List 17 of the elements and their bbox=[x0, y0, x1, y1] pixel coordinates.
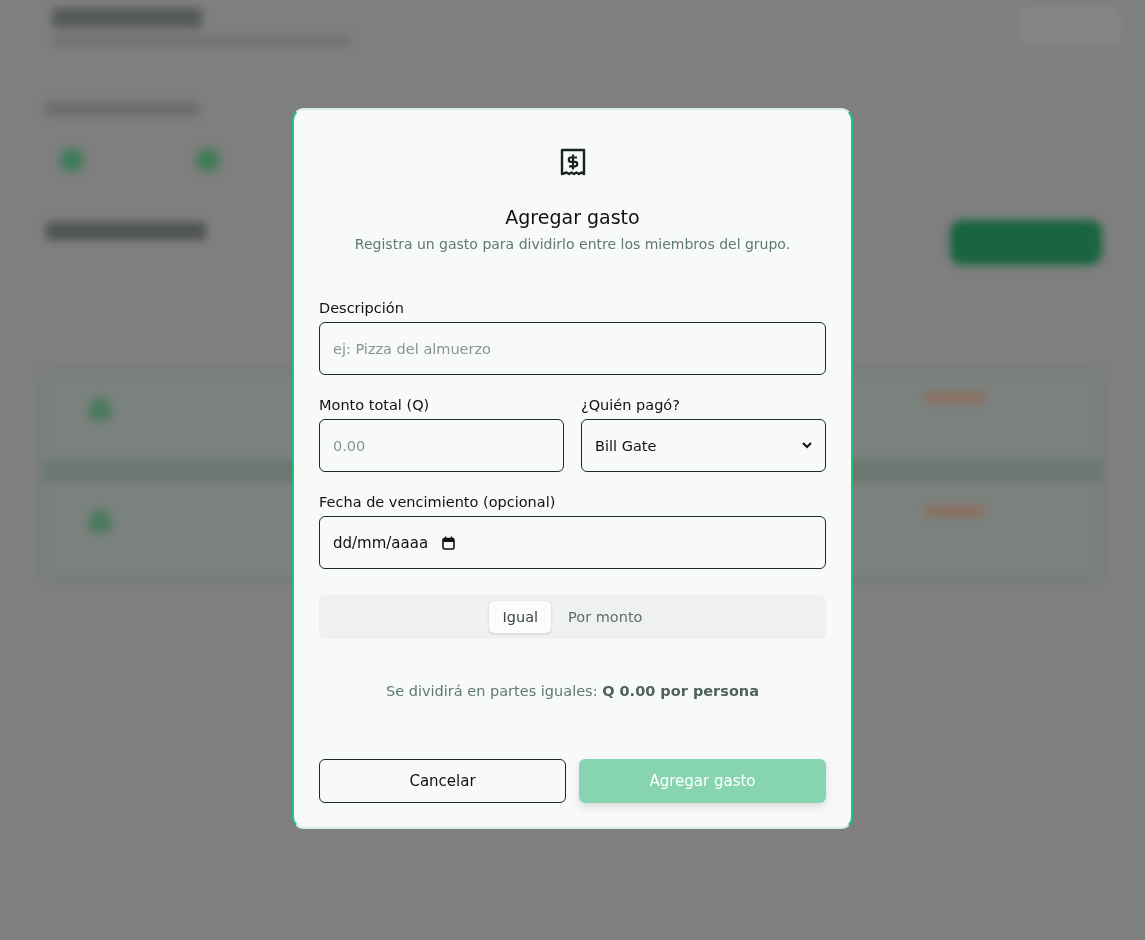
amount-field[interactable]: 0.00 bbox=[319, 419, 564, 472]
dialog-title: Agregar gasto bbox=[505, 206, 640, 228]
split-mode-tab[interactable]: Por monto bbox=[555, 601, 656, 633]
field-label: Fecha de vencimiento (opcional) bbox=[319, 494, 557, 510]
split-summary: Se dividirá en partes iguales: Q 0.00 por persona bbox=[385, 683, 760, 699]
field-label: Monto total (Q) bbox=[319, 397, 431, 413]
split-mode-tab[interactable]: Igual bbox=[489, 601, 552, 633]
description-field[interactable]: ej: Pizza del almuerzo bbox=[319, 322, 826, 375]
payer-select[interactable]: Bill Gate bbox=[581, 419, 826, 472]
date-field[interactable]: dd/mm/aaaa bbox=[319, 516, 826, 569]
chevron-down-icon bbox=[802, 442, 812, 449]
field-label: Descripción bbox=[319, 300, 405, 316]
receipt-dollar-icon bbox=[559, 148, 586, 176]
field-label: ¿Quién pagó? bbox=[581, 397, 681, 413]
calendar-icon bbox=[442, 535, 456, 550]
cancel-button[interactable]: Cancelar bbox=[319, 759, 566, 803]
dialog-subtitle: Registra un gasto para dividirlo entre los miembros del grupo. bbox=[354, 236, 791, 252]
